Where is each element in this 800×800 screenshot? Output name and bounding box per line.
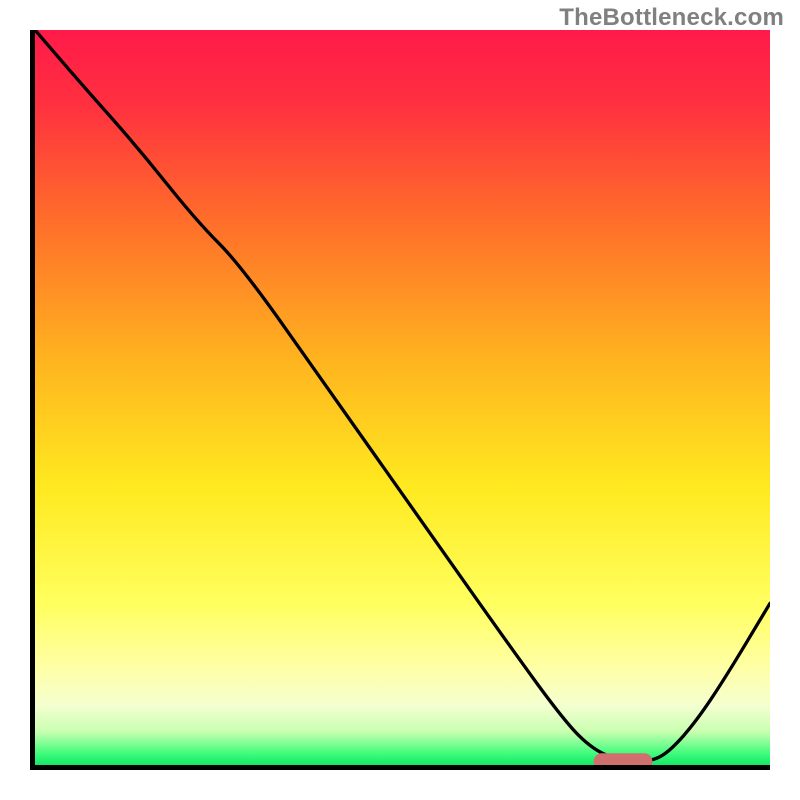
- chart-plot-area: [35, 30, 770, 765]
- optimal-range-marker: [35, 30, 770, 765]
- chart-stage: TheBottleneck.com: [0, 0, 800, 800]
- watermark-text: TheBottleneck.com: [559, 4, 784, 32]
